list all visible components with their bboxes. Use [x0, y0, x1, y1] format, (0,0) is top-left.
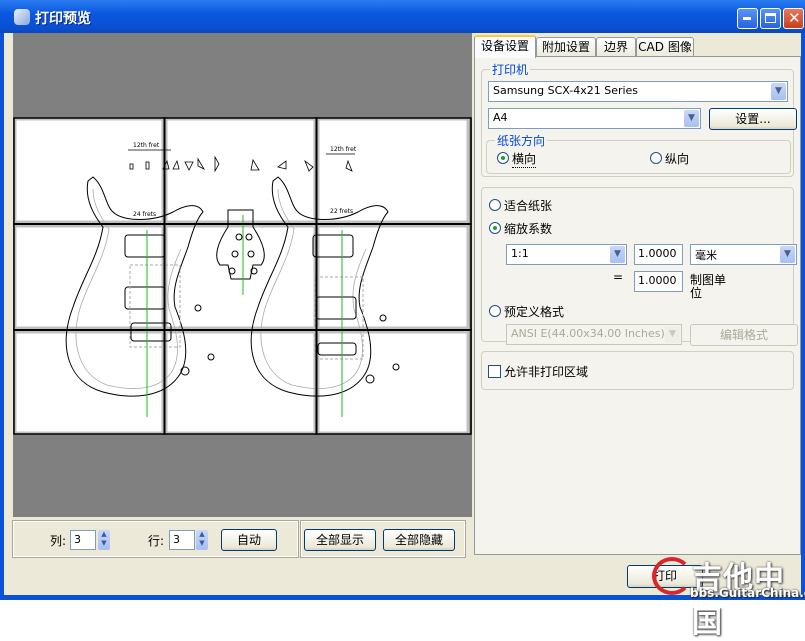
- dialog-client: 12th fret 12th fret 24 frets 22 frets 列:…: [4, 33, 801, 595]
- predefined-format-select[interactable]: ANSI E(44.00x34.00 Inches) ▼: [506, 324, 682, 345]
- hide-all-button[interactable]: 全部隐藏: [383, 529, 455, 551]
- tab-cad-image[interactable]: CAD 图像: [636, 37, 694, 57]
- close-icon: ✕: [788, 9, 801, 27]
- chevron-down-icon: ▼: [780, 246, 795, 263]
- preview-canvas[interactable]: 12th fret 12th fret 24 frets 22 frets: [13, 33, 472, 517]
- tiling-controls: 列: 3 ▲ ▼ 行: 3 ▲ ▼ 自动 全部显示 全部隐藏: [12, 519, 466, 559]
- printer-group-label: 打印机: [490, 61, 531, 78]
- paper-size-select[interactable]: A4 ▼: [488, 108, 701, 129]
- predefined-format-label[interactable]: 预定义格式: [504, 303, 564, 320]
- watermark: 吉他中国 bbs.GuitarChina.com: [652, 555, 805, 640]
- left-body-note: 24 frets: [133, 211, 156, 218]
- tab-device-settings[interactable]: 设备设置: [474, 35, 536, 58]
- scale-ratio: 1:1: [511, 247, 529, 260]
- left-neck-note: 12th fret: [133, 142, 160, 149]
- printed-units-input[interactable]: 1.0000: [634, 244, 683, 265]
- unit-select[interactable]: 毫米 ▼: [690, 244, 797, 265]
- rows-spinner[interactable]: ▲ ▼: [196, 530, 208, 550]
- tab-margins[interactable]: 边界: [596, 37, 636, 57]
- fit-to-page-label[interactable]: 适合纸张: [504, 197, 552, 214]
- portrait-label[interactable]: 纵向: [665, 150, 689, 167]
- right-body-note: 22 frets: [330, 208, 353, 215]
- drawing-preview: 12th fret 12th fret 24 frets 22 frets: [13, 117, 472, 435]
- predefined-format-value: ANSI E(44.00x34.00 Inches): [511, 327, 665, 340]
- print-preview-window: 打印预览 ✕ 12th fret 12th fret 24 frets 22 f…: [0, 0, 805, 600]
- tab-additional-settings[interactable]: 附加设置: [536, 37, 596, 57]
- window-title: 打印预览: [35, 11, 91, 27]
- minimize-button[interactable]: [737, 8, 758, 29]
- watermark-url: bbs.GuitarChina.com: [690, 586, 805, 600]
- scale-factor-label[interactable]: 缩放系数: [504, 220, 552, 237]
- printer-name: Samsung SCX-4x21 Series: [493, 84, 639, 97]
- portrait-radio[interactable]: [650, 152, 662, 164]
- allow-nonprint-checkbox[interactable]: [488, 365, 501, 378]
- device-settings-panel: 打印机 Samsung SCX-4x21 Series ▼ A4 ▼ 设置...…: [474, 56, 801, 555]
- landscape-radio[interactable]: [497, 152, 509, 164]
- columns-spinner[interactable]: ▲ ▼: [98, 530, 110, 550]
- title-bar[interactable]: 打印预览 ✕: [0, 0, 805, 33]
- watermark-logo-icon: [652, 557, 692, 595]
- unit-value: 毫米: [695, 249, 717, 262]
- right-neck-note: 12th fret: [330, 146, 357, 153]
- show-all-button[interactable]: 全部显示: [304, 529, 376, 551]
- edit-format-button[interactable]: 编辑格式: [690, 324, 798, 346]
- chevron-down-icon: ▼: [684, 110, 699, 127]
- chevron-down-icon: ▼: [771, 83, 786, 100]
- scale-factor-radio[interactable]: [489, 222, 501, 234]
- landscape-label[interactable]: 横向: [512, 150, 537, 168]
- orientation-label: 纸张方向: [495, 132, 548, 149]
- auto-button[interactable]: 自动: [221, 529, 277, 551]
- background-strip: [0, 600, 805, 608]
- close-button[interactable]: ✕: [783, 8, 804, 29]
- allow-nonprint-label[interactable]: 允许非打印区域: [504, 363, 588, 380]
- columns-label: 列:: [50, 534, 67, 548]
- tile-count-group: 列: 3 ▲ ▼ 行: 3 ▲ ▼ 自动: [12, 520, 299, 558]
- rows-label: 行:: [148, 534, 165, 548]
- chevron-down-icon: ▼: [610, 246, 625, 263]
- equals-sign: =: [613, 270, 624, 284]
- page-sheets: [13, 117, 470, 435]
- predefined-format-radio[interactable]: [489, 305, 501, 317]
- settings-panel: 设备设置 附加设置 边界 CAD 图像 打印机 Samsung SCX-4x21…: [472, 33, 801, 559]
- drawing-units-label: 制图单位: [690, 273, 727, 300]
- printer-select[interactable]: Samsung SCX-4x21 Series ▼: [488, 81, 788, 102]
- options-group: 允许非打印区域: [481, 351, 794, 390]
- maximize-button[interactable]: [760, 8, 781, 29]
- columns-input[interactable]: 3: [70, 530, 96, 550]
- printer-settings-button[interactable]: 设置...: [709, 108, 797, 130]
- drawing-units-input[interactable]: 1.0000: [634, 271, 683, 292]
- fit-to-page-radio[interactable]: [489, 199, 501, 211]
- visibility-group: 全部显示 全部隐藏: [300, 520, 466, 558]
- page-grid: 12th fret 12th fret 24 frets 22 frets: [13, 117, 472, 435]
- orientation-group: 纸张方向 横向 纵向: [486, 132, 791, 174]
- paper-size: A4: [493, 111, 508, 124]
- chevron-down-icon: ▼: [665, 326, 680, 343]
- scale-group: 适合纸张 缩放系数 1:1 ▼ 1.0000 毫米 ▼ = 1.0000 制图单…: [481, 187, 798, 346]
- scale-ratio-select[interactable]: 1:1 ▼: [506, 244, 627, 265]
- printer-group: 打印机 Samsung SCX-4x21 Series ▼ A4 ▼ 设置...…: [481, 61, 797, 177]
- rows-input[interactable]: 3: [169, 530, 195, 550]
- app-icon: [14, 9, 30, 25]
